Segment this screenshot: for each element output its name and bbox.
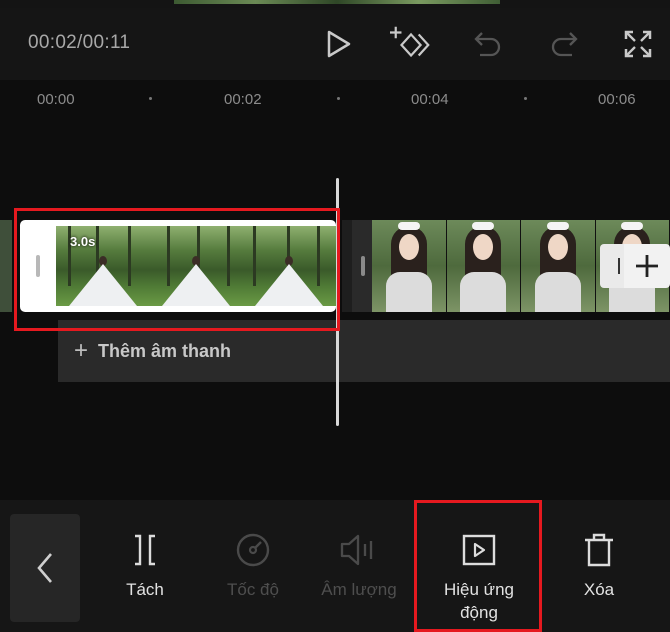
- volume-tool-label: Âm lượng: [321, 580, 397, 599]
- play-icon: [327, 30, 351, 58]
- speed-tool-label: Tốc độ: [227, 580, 279, 599]
- volume-icon: [340, 534, 373, 566]
- add-audio-label: Thêm âm thanh: [98, 340, 232, 361]
- speed-icon: [236, 533, 270, 567]
- previous-clip-edge[interactable]: [0, 220, 12, 312]
- volume-tool-button[interactable]: Âm lượng: [304, 530, 414, 601]
- player-control-bar: 00:02/00:11: [0, 8, 670, 80]
- highlight-box-animation: [414, 500, 542, 632]
- delete-tool-button[interactable]: Xóa: [544, 530, 654, 601]
- clip-thumbnail: [372, 220, 447, 312]
- trash-icon: [585, 533, 613, 567]
- clip-thumbnail: [446, 220, 521, 312]
- ruler-dot: [337, 97, 340, 100]
- timecode: 00:02/00:11: [28, 32, 131, 53]
- time-ruler: 00:00 00:02 00:04 00:06: [0, 80, 670, 120]
- ruler-tick: 00:00: [37, 91, 75, 108]
- add-audio-plus-icon: +: [74, 337, 89, 364]
- clip-thumbnail: [521, 220, 596, 312]
- split-tool-label: Tách: [126, 580, 164, 599]
- bottom-toolbar: Tách Tốc độ Âm lượng Hiệu ứng động Xóa: [0, 500, 670, 632]
- redo-icon: [551, 32, 578, 57]
- redo-button[interactable]: [542, 22, 586, 66]
- timeline[interactable]: 00:00 00:02 00:04 00:06 3.0s + Thêm âm t…: [0, 80, 670, 500]
- ruler-tick: 00:04: [411, 91, 449, 108]
- add-keyframe-button[interactable]: [390, 22, 434, 66]
- ruler-tick: 00:02: [224, 91, 262, 108]
- fullscreen-icon: [624, 30, 652, 58]
- highlight-box-clip: [14, 208, 340, 331]
- chevron-left-icon: [37, 553, 52, 583]
- clip-transition-handle[interactable]: [352, 220, 374, 312]
- ruler-dot: [524, 97, 527, 100]
- fullscreen-button[interactable]: [616, 22, 660, 66]
- play-button[interactable]: [316, 22, 360, 66]
- split-tool-button[interactable]: Tách: [90, 530, 200, 601]
- split-icon: [135, 534, 155, 566]
- video-preview-edge: [174, 0, 500, 4]
- plus-icon: [624, 244, 670, 288]
- add-keyframe-icon: [390, 26, 430, 58]
- ruler-dot: [149, 97, 152, 100]
- speed-tool-button[interactable]: Tốc độ: [198, 530, 308, 601]
- add-clip-button[interactable]: [600, 244, 670, 288]
- undo-icon: [474, 32, 501, 57]
- clip-end-marker: [600, 244, 624, 288]
- back-button[interactable]: [10, 514, 80, 622]
- delete-tool-label: Xóa: [583, 580, 615, 599]
- undo-button[interactable]: [466, 22, 510, 66]
- trim-handle-bar: [361, 256, 365, 276]
- ruler-tick: 00:06: [598, 91, 636, 108]
